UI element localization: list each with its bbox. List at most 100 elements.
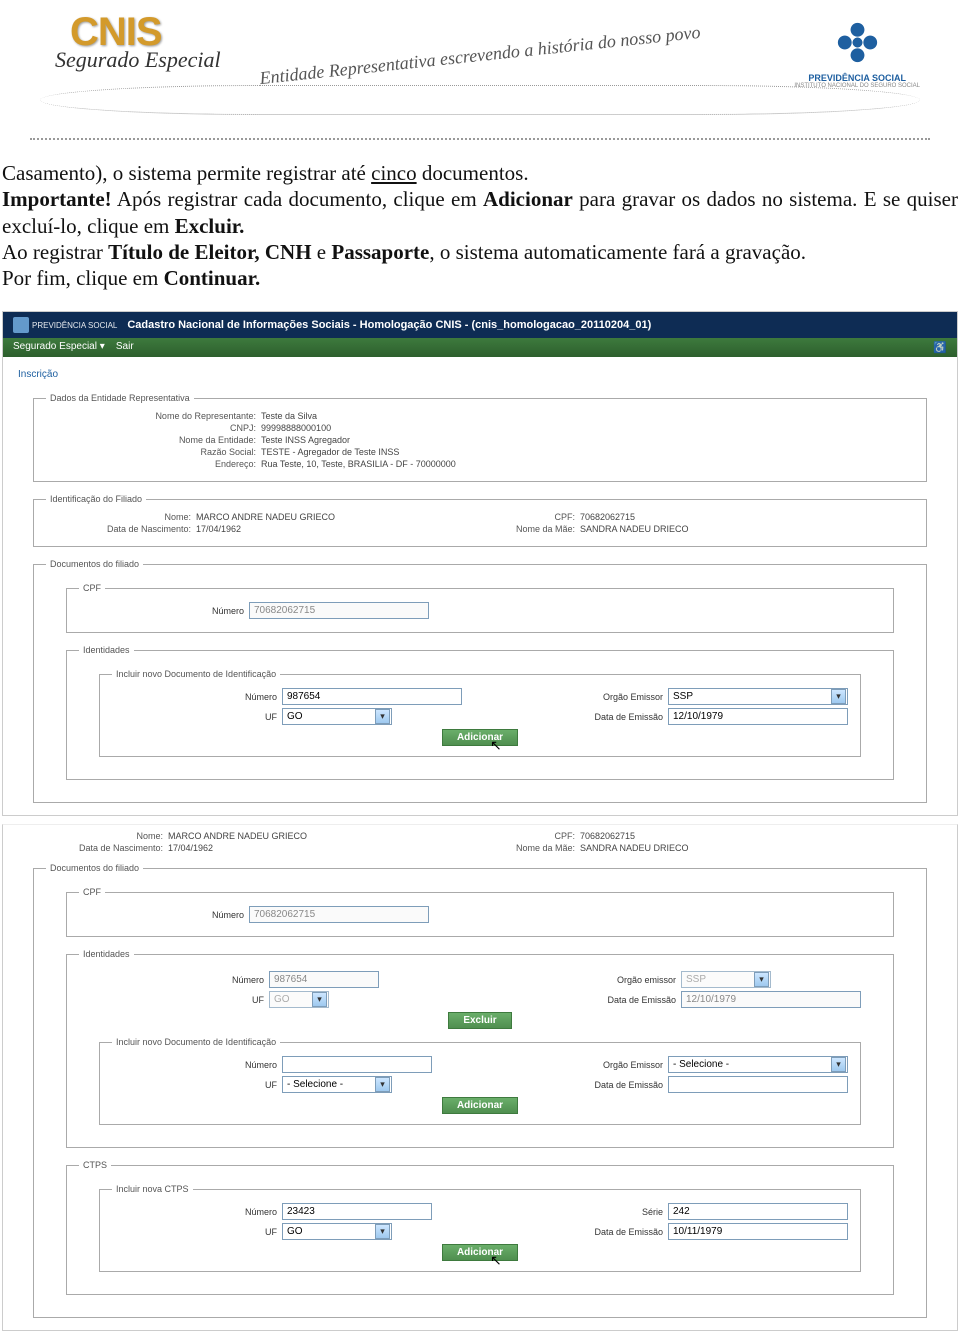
cpf-numero-input[interactable]	[249, 906, 429, 923]
text-bold: Título de Eleitor, CNH	[108, 240, 311, 264]
label-orgao: Orgão Emissor	[548, 1060, 668, 1070]
text: , o sistema automaticamente fará a grava…	[429, 240, 806, 264]
value-razao: TESTE - Agregador de Teste INSS	[261, 447, 399, 457]
ctps-numero-input[interactable]	[282, 1203, 432, 1220]
label-nome-repr: Nome do Representante:	[46, 411, 261, 421]
label-razao: Razão Social:	[46, 447, 261, 457]
text-bold: Continuar.	[164, 266, 261, 290]
fieldset-entidade: Dados da Entidade Representativa Nome do…	[33, 393, 927, 482]
value-nome: MARCO ANDRE NADEU GRIECO	[168, 831, 307, 841]
app-title: Cadastro Nacional de Informações Sociais…	[127, 319, 651, 331]
label-data-em: Data de Emissão	[548, 1080, 668, 1090]
fieldset-cpf: CPF Número	[66, 887, 894, 937]
numero-input-ro[interactable]	[269, 971, 379, 988]
app-header-brand: PREVIDÊNCIA SOCIAL	[13, 317, 117, 333]
label-nome: Nome:	[18, 831, 168, 841]
label-cpf: CPF:	[480, 831, 580, 841]
orgao-select[interactable]: SSP	[668, 688, 848, 705]
label-mae: Nome da Mãe:	[480, 843, 580, 853]
label-data-nasc: Data de Nascimento:	[46, 524, 196, 534]
orgao-select-ro[interactable]: SSP	[681, 971, 771, 988]
value-nome-ent: Teste INSS Agregador	[261, 435, 350, 445]
fieldset-nova-ctps: Incluir nova CTPS Número Série UF GO Dat…	[99, 1184, 861, 1272]
decorative-curve	[40, 85, 920, 115]
app-menu-bar: Segurado Especial ▾ Sair ♿	[3, 338, 957, 357]
inscricao-heading: Inscrição	[3, 357, 957, 385]
label-nome: Nome:	[46, 512, 196, 522]
legend-identidades: Identidades	[79, 645, 134, 655]
label-cnpj: CNPJ:	[46, 423, 261, 433]
fieldset-filiado: Identificação do Filiado Nome:MARCO ANDR…	[33, 494, 927, 547]
legend-filiado: Identificação do Filiado	[46, 494, 146, 504]
value-nome-repr: Teste da Silva	[261, 411, 317, 421]
adicionar-button[interactable]: Adicionar	[442, 1244, 518, 1261]
text: Após registrar cada documento, clique em	[112, 187, 483, 211]
app-screenshot-2: Nome:MARCO ANDRE NADEU GRIECO Data de Na…	[2, 824, 958, 1331]
excluir-button[interactable]: Excluir	[448, 1012, 511, 1029]
label-data-em: Data de Emissão	[548, 1227, 668, 1237]
value-cpf: 70682062715	[580, 831, 635, 841]
ctps-serie-input[interactable]	[668, 1203, 848, 1220]
text: documentos.	[417, 161, 529, 185]
menu-segurado-especial[interactable]: Segurado Especial ▾	[13, 341, 105, 352]
label-nome-ent: Nome da Entidade:	[46, 435, 261, 445]
cnis-logo: CNIS Segurado Especial	[70, 10, 221, 73]
uf-select-ro[interactable]: GO	[269, 991, 329, 1008]
value-cpf: 70682062715	[580, 512, 635, 522]
label-cpf-numero: Número	[79, 606, 249, 616]
adicionar-button[interactable]: Adicionar	[442, 729, 518, 746]
text: e	[312, 240, 332, 264]
numero-input[interactable]	[282, 688, 462, 705]
label-uf: UF	[112, 1080, 282, 1090]
cnis-logo-sub: Segurado Especial	[55, 47, 221, 73]
previdencia-icon	[825, 11, 889, 75]
text-underlined: cinco	[371, 161, 416, 185]
fieldset-ctps: CTPS Incluir nova CTPS Número Série UF G…	[66, 1160, 894, 1295]
app-brand-text: PREVIDÊNCIA SOCIAL	[32, 321, 117, 330]
orgao-select-2[interactable]: - Selecione -	[668, 1056, 848, 1073]
text-bold: Adicionar	[483, 187, 573, 211]
ctps-data-em-input[interactable]	[668, 1223, 848, 1240]
accessibility-icon[interactable]: ♿	[933, 341, 947, 354]
cpf-numero-input[interactable]	[249, 602, 429, 619]
value-data-nasc: 17/04/1962	[168, 843, 213, 853]
label-uf: UF	[99, 995, 269, 1005]
adicionar-button[interactable]: Adicionar	[442, 1097, 518, 1114]
previdencia-logo: PREVIDÊNCIA SOCIAL INSTITUTO NACIONAL DO…	[794, 20, 920, 89]
data-em-input-ro[interactable]	[681, 991, 861, 1008]
prev-mini-icon	[13, 317, 29, 333]
legend-entidade: Dados da Entidade Representativa	[46, 393, 194, 403]
text-bold: Passaporte	[331, 240, 429, 264]
data-em-input[interactable]	[668, 708, 848, 725]
data-em-input-2[interactable]	[668, 1076, 848, 1093]
legend-ctps: CTPS	[79, 1160, 111, 1170]
legend-documentos: Documentos do filiado	[46, 559, 143, 569]
legend-documentos: Documentos do filiado	[46, 863, 143, 873]
numero-input-2[interactable]	[282, 1056, 432, 1073]
text: Ao registrar	[2, 240, 108, 264]
uf-select[interactable]: GO	[282, 708, 392, 725]
tagline: Entidade Representativa escrevendo a his…	[259, 22, 702, 89]
uf-select-2[interactable]: - Selecione -	[282, 1076, 392, 1093]
legend-cpf: CPF	[79, 583, 105, 593]
label-orgao-lc: Orgão emissor	[561, 975, 681, 985]
label-cpf-numero: Número	[79, 910, 249, 920]
label-orgao: Orgão Emissor	[548, 692, 668, 702]
value-data-nasc: 17/04/1962	[196, 524, 241, 534]
fieldset-novo-doc: Incluir novo Documento de Identificação …	[99, 669, 861, 757]
body-text: Casamento), o sistema permite registrar …	[0, 155, 960, 311]
label-numero: Número	[112, 1060, 282, 1070]
label-numero: Número	[112, 1207, 282, 1217]
app-title-text: Cadastro Nacional de Informações Sociais…	[127, 319, 651, 331]
text-bold: Importante!	[2, 187, 112, 211]
label-endereco: Endereço:	[46, 459, 261, 469]
legend-novo-doc: Incluir novo Documento de Identificação	[112, 669, 280, 679]
fieldset-identidades: Identidades Incluir novo Documento de Id…	[66, 645, 894, 780]
text: Por fim, clique em	[2, 266, 164, 290]
menu-sair[interactable]: Sair	[116, 341, 134, 352]
value-cnpj: 99998888000100	[261, 423, 331, 433]
text: Casamento), o sistema permite registrar …	[2, 161, 371, 185]
ctps-uf-select[interactable]: GO	[282, 1223, 392, 1240]
label-numero: Número	[112, 692, 282, 702]
label-data-nasc: Data de Nascimento:	[18, 843, 168, 853]
